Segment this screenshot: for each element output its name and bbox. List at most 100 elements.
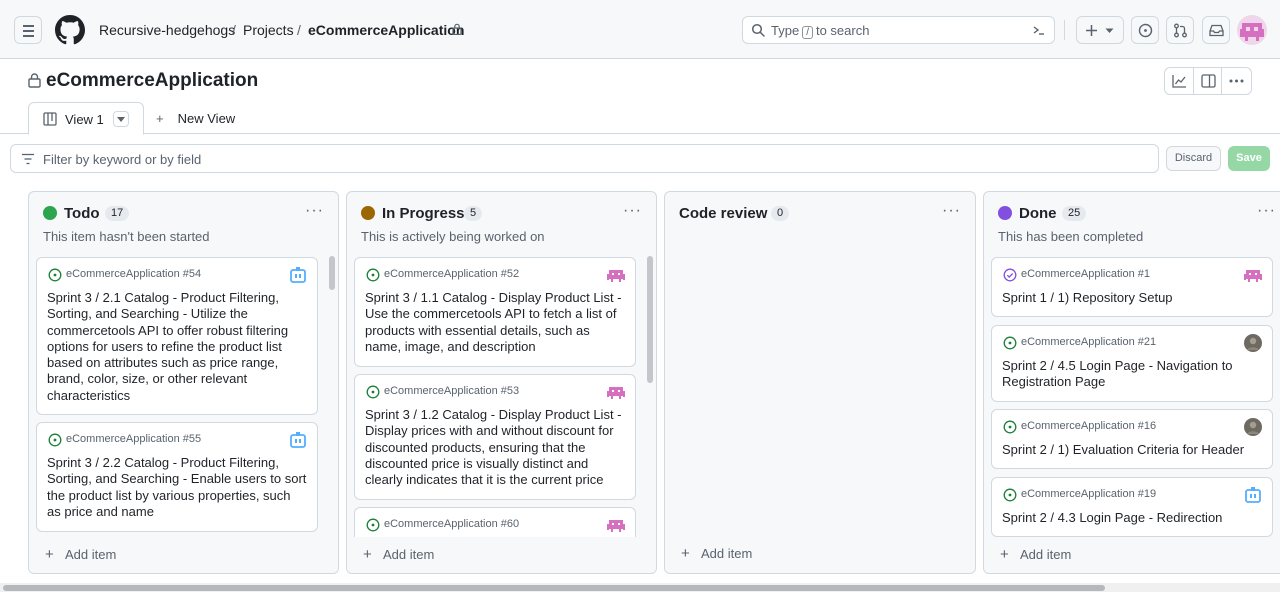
issue-title[interactable]: Sprint 1 / 1) Repository Setup <box>1002 290 1262 306</box>
side-panel-button[interactable] <box>1194 68 1223 94</box>
new-view-button[interactable]: + New View <box>156 111 235 126</box>
issue-card[interactable]: eCommerceApplication #21 Sprint 2 / 4.5 … <box>991 325 1273 402</box>
issue-reference[interactable]: eCommerceApplication #55 <box>66 433 201 445</box>
column-description: This is actively being worked on <box>361 229 545 244</box>
user-avatar[interactable] <box>1237 15 1267 45</box>
filter-input[interactable]: Filter by keyword or by field <box>10 144 1159 173</box>
issue-reference[interactable]: eCommerceApplication #60 <box>384 518 519 530</box>
column-menu-button[interactable]: ··· <box>623 202 642 220</box>
issue-title[interactable]: Sprint 2 / 4.5 Login Page - Navigation t… <box>1002 358 1262 391</box>
photo-avatar-icon[interactable] <box>1244 418 1262 436</box>
discard-button[interactable]: Discard <box>1166 146 1221 171</box>
issue-open-icon <box>1003 420 1017 434</box>
issue-reference[interactable]: eCommerceApplication #53 <box>384 385 519 397</box>
invader-avatar-icon[interactable] <box>1244 266 1262 284</box>
tab-view-1[interactable]: View 1 <box>28 102 144 135</box>
search-input[interactable]: Type / to search <box>742 16 1055 44</box>
issue-card[interactable]: eCommerceApplication #16 Sprint 2 / 1) E… <box>991 409 1273 469</box>
plus-icon: + <box>156 111 164 126</box>
invader-avatar-icon[interactable] <box>607 266 625 284</box>
issue-closed-icon <box>1003 268 1017 282</box>
add-item-button[interactable]: + Add item <box>29 537 338 573</box>
graph-icon <box>1172 75 1186 88</box>
board-horizontal-scrollbar[interactable] <box>0 583 1280 592</box>
issues-button[interactable] <box>1131 16 1159 44</box>
issue-title[interactable]: Sprint 3 / 1.2 Catalog - Display Product… <box>365 407 625 488</box>
photo-avatar-icon[interactable] <box>1244 334 1262 352</box>
save-button[interactable]: Save <box>1228 146 1270 171</box>
issue-reference[interactable]: eCommerceApplication #16 <box>1021 420 1156 432</box>
inbox-button[interactable] <box>1202 16 1230 44</box>
github-logo-icon[interactable] <box>55 15 85 45</box>
column-menu-button[interactable]: ··· <box>305 202 324 220</box>
issue-card[interactable]: eCommerceApplication #55 Sprint 3 / 2.2 … <box>36 422 318 532</box>
filter-placeholder: Filter by keyword or by field <box>43 152 202 167</box>
tab-label: View 1 <box>65 112 104 127</box>
scrollbar-thumb[interactable] <box>3 585 1105 591</box>
lock-icon <box>452 23 462 35</box>
issue-card[interactable]: eCommerceApplication #1 Sprint 1 / 1) Re… <box>991 257 1273 317</box>
issue-open-icon <box>48 268 62 282</box>
issue-reference[interactable]: eCommerceApplication #1 <box>1021 268 1150 280</box>
column-menu-button[interactable]: ··· <box>942 202 961 220</box>
issue-card[interactable]: eCommerceApplication #52 Sprint 3 / 1.1 … <box>354 257 636 367</box>
project-toolbar <box>1164 67 1252 95</box>
view-options-button[interactable] <box>113 111 129 127</box>
status-dot <box>998 206 1012 220</box>
plus-icon: + <box>681 545 690 562</box>
pull-requests-button[interactable] <box>1166 16 1194 44</box>
issue-reference[interactable]: eCommerceApplication #54 <box>66 268 201 280</box>
issue-card[interactable]: eCommerceApplication #54 Sprint 3 / 2.1 … <box>36 257 318 415</box>
issue-card[interactable]: eCommerceApplication #19 Sprint 2 / 4.3 … <box>991 477 1273 537</box>
create-new-button[interactable] <box>1076 16 1124 44</box>
issue-title[interactable]: Sprint 2 / 4.3 Login Page - Redirection <box>1002 510 1262 526</box>
lock-icon <box>28 73 41 88</box>
project-menu-button[interactable] <box>1222 68 1251 94</box>
invader-avatar-icon[interactable] <box>607 383 625 401</box>
board-column-todo: Todo 17 ··· This item hasn't been starte… <box>28 191 339 574</box>
issue-open-icon <box>366 518 380 532</box>
issue-title[interactable]: Sprint 2 / 1) Evaluation Criteria for He… <box>1002 442 1262 458</box>
board-view-icon <box>43 112 57 126</box>
breadcrumb-projects[interactable]: Projects <box>243 22 294 38</box>
global-header: Recursive-hedgehogs / Projects / eCommer… <box>0 0 1280 59</box>
chevron-down-icon <box>1105 28 1114 33</box>
invader-avatar-icon <box>1240 23 1264 41</box>
column-title: Code review <box>679 205 768 222</box>
filter-icon <box>22 153 34 165</box>
column-description: This item hasn't been started <box>43 229 210 244</box>
plus-icon <box>1086 25 1097 36</box>
robot-avatar-icon[interactable] <box>1244 486 1262 504</box>
invader-avatar-icon[interactable] <box>607 516 625 534</box>
column-menu-button[interactable]: ··· <box>1257 202 1276 220</box>
issue-title[interactable]: Sprint 3 / 1.1 Catalog - Display Product… <box>365 290 625 355</box>
command-palette-icon[interactable] <box>1032 23 1046 37</box>
issue-title[interactable]: Sprint 3 / 2.2 Catalog - Product Filteri… <box>47 455 307 520</box>
robot-avatar-icon[interactable] <box>289 266 307 284</box>
column-scrollbar[interactable] <box>329 256 335 290</box>
search-icon <box>751 23 765 37</box>
add-item-button[interactable]: + Add item <box>984 537 1280 573</box>
menu-button[interactable] <box>14 16 42 44</box>
robot-avatar-icon[interactable] <box>289 431 307 449</box>
column-scrollbar[interactable] <box>647 256 653 383</box>
add-item-label: Add item <box>1020 547 1072 562</box>
breadcrumb-project[interactable]: eCommerceApplication <box>308 22 464 38</box>
divider <box>1064 20 1065 40</box>
issue-open-icon <box>366 268 380 282</box>
column-title: Done <box>1019 205 1057 222</box>
sidebar-icon <box>1201 74 1216 88</box>
add-item-button[interactable]: + Add item <box>347 537 656 573</box>
issue-open-icon <box>1003 488 1017 502</box>
plus-icon: + <box>1000 546 1009 563</box>
breadcrumb-org[interactable]: Recursive-hedgehogs <box>99 22 235 38</box>
insights-button[interactable] <box>1165 68 1194 94</box>
issue-reference[interactable]: eCommerceApplication #21 <box>1021 336 1156 348</box>
issue-title[interactable]: Sprint 3 / 2.1 Catalog - Product Filteri… <box>47 290 307 404</box>
status-dot <box>43 206 57 220</box>
issue-open-icon <box>1003 336 1017 350</box>
issue-card[interactable]: eCommerceApplication #53 Sprint 3 / 1.2 … <box>354 374 636 500</box>
issue-reference[interactable]: eCommerceApplication #52 <box>384 268 519 280</box>
add-item-button[interactable]: + Add item <box>665 536 975 573</box>
issue-reference[interactable]: eCommerceApplication #19 <box>1021 488 1156 500</box>
